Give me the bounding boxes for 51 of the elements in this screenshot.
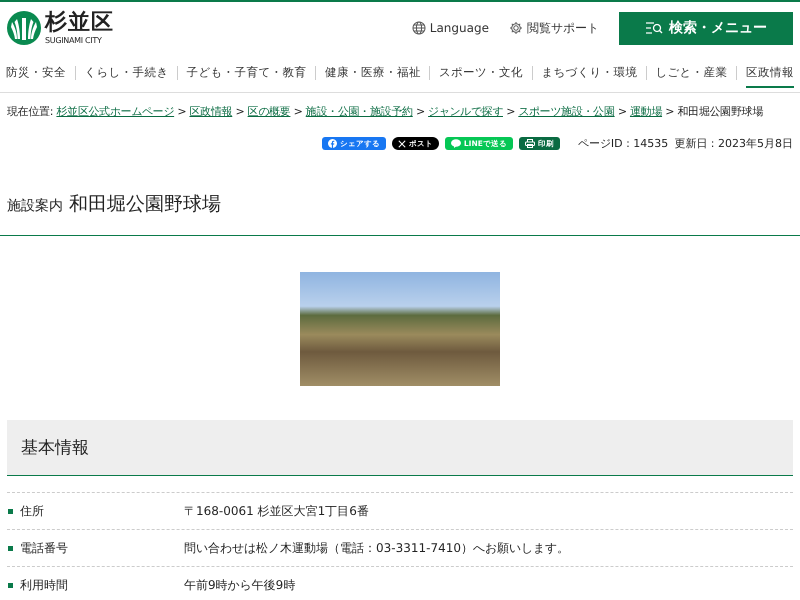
- nav-tab[interactable]: まちづくり・環境: [541, 58, 638, 88]
- breadcrumb-separator: >: [416, 105, 425, 118]
- breadcrumb-separator: >: [665, 105, 674, 118]
- nav-tab[interactable]: くらし・手続き: [84, 58, 168, 88]
- info-value: 〒168-0061 杉並区大宮1丁目6番: [184, 502, 369, 520]
- section-heading: 基本情報: [7, 420, 793, 476]
- nav-tab[interactable]: 健康・医療・福祉: [324, 58, 421, 88]
- search-menu-button[interactable]: 検索・メニュー: [619, 12, 793, 44]
- breadcrumb-separator: >: [235, 105, 244, 118]
- info-label: 電話番号: [20, 540, 68, 556]
- info-label: 住所: [20, 502, 44, 520]
- title-category: 施設案内: [7, 197, 63, 215]
- breadcrumb-link[interactable]: 施設・公園・施設予約: [306, 105, 413, 118]
- facebook-icon: [328, 139, 337, 148]
- breadcrumb-link[interactable]: スポーツ施設・公園: [518, 105, 615, 118]
- nav-tab[interactable]: 子ども・子育て・教育: [186, 58, 307, 88]
- breadcrumb-separator: >: [618, 105, 627, 118]
- bullet-icon: [8, 582, 13, 588]
- breadcrumb-link[interactable]: 区の概要: [248, 105, 290, 118]
- printer-icon: [524, 139, 535, 148]
- breadcrumb-current: 和田堀公園野球場: [677, 105, 763, 118]
- nav-tab[interactable]: しごと・産業: [656, 58, 728, 88]
- nav-tab[interactable]: 区政情報: [746, 58, 794, 88]
- city-emblem-icon: [7, 11, 41, 45]
- breadcrumb-link[interactable]: 運動場: [630, 105, 662, 118]
- globe-icon: [412, 21, 426, 35]
- bullet-icon: [8, 546, 13, 550]
- updated-date: 更新日 : 2023年5月8日: [674, 136, 793, 151]
- breadcrumb-separator: >: [294, 105, 303, 118]
- page-title: 和田堀公園野球場: [69, 192, 221, 217]
- breadcrumb-separator: >: [506, 105, 516, 118]
- breadcrumb-link[interactable]: 杉並区公式ホームページ: [56, 105, 174, 118]
- nav-tab[interactable]: スポーツ・文化: [439, 58, 524, 88]
- breadcrumb-separator: >: [177, 105, 186, 118]
- breadcrumb-label: 現在位置:: [7, 105, 54, 118]
- city-logo-text: 杉並区: [45, 12, 114, 34]
- nav-tab[interactable]: 防災・安全: [6, 58, 66, 88]
- speech-bubble-icon: [450, 139, 461, 148]
- breadcrumb-link[interactable]: ジャンルで探す: [428, 105, 503, 118]
- x-logo-icon: [398, 140, 406, 148]
- page-id: ページID : 14535: [578, 136, 668, 151]
- search-list-icon: [645, 21, 663, 35]
- accessibility-link[interactable]: 閲覧サポート: [509, 20, 599, 36]
- gear-icon: [509, 21, 523, 35]
- info-value: 午前9時から午後9時: [184, 576, 296, 594]
- bullet-icon: [8, 508, 13, 514]
- language-link[interactable]: Language: [412, 21, 489, 35]
- breadcrumb-link[interactable]: 区政情報: [189, 105, 232, 118]
- info-label: 利用時間: [20, 576, 68, 594]
- city-logo-subtext: SUGINAMI CITY: [45, 36, 103, 44]
- info-value: 問い合わせは松ノ木運動場（電話：03-3311-7410）へお願いします。: [184, 540, 570, 556]
